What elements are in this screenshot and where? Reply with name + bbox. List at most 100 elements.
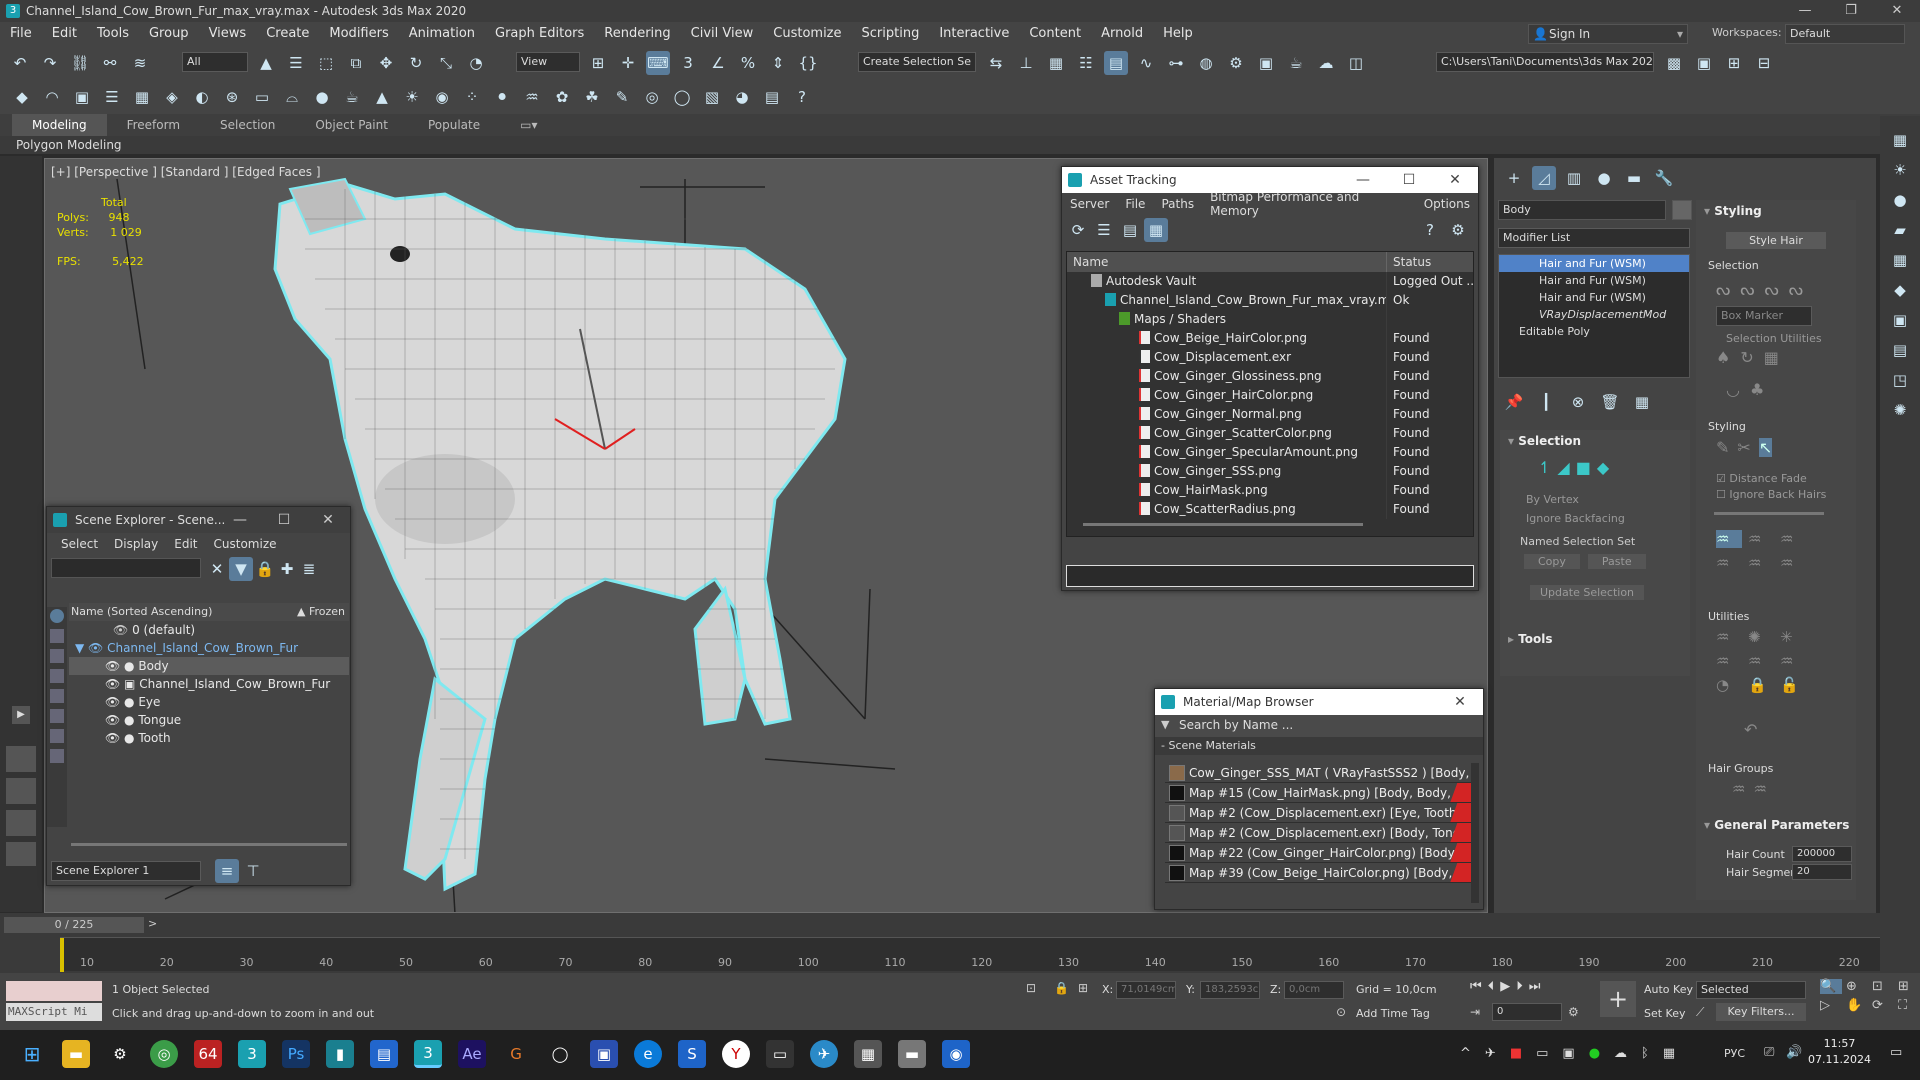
curve-editor-icon[interactable]: ∿ [1134, 51, 1158, 75]
sun-icon[interactable]: ☀ [400, 85, 424, 109]
reference-coordinate-dropdown[interactable]: View [516, 52, 580, 72]
scene-menu-edit[interactable]: Edit [166, 537, 205, 551]
mirror-icon[interactable]: ⇆ [984, 51, 1008, 75]
checker-icon[interactable]: ▦ [1888, 128, 1912, 152]
invert-selection-icon[interactable]: ♠ [1716, 348, 1730, 367]
maxscript-mini-listener[interactable]: MAXScript Mi [6, 1003, 102, 1021]
search-app-icon[interactable]: ◯ [546, 1040, 574, 1068]
input-language[interactable]: РУС [1724, 1047, 1745, 1060]
render-icon[interactable]: ◕ [730, 85, 754, 109]
table-row[interactable]: Cow_HairMask.png Found [1067, 481, 1473, 500]
display-spacewarps-icon[interactable] [50, 729, 64, 743]
zoom-extents-icon[interactable]: ⊡ [1872, 979, 1894, 994]
ignore-backfacing-checkbox[interactable]: Ignore Backfacing [1500, 506, 1690, 525]
add-time-tag[interactable]: Add Time Tag [1356, 1007, 1430, 1020]
hair-brush-icon[interactable]: ✎ [1716, 438, 1729, 457]
auto-key-button[interactable]: Auto Key [1644, 983, 1693, 996]
cone-icon[interactable]: ▲ [370, 85, 394, 109]
expand-arrow-icon[interactable]: ▶ [12, 706, 30, 724]
dynamics-icon[interactable]: ⚫ [490, 85, 514, 109]
list-item[interactable]: Map #15 (Cow_HairMask.png) [Body, Body, … [1165, 783, 1471, 803]
list-item[interactable]: 👁 ▣ Channel_Island_Cow_Brown_Fur [69, 675, 349, 693]
toggle-collisions-icon[interactable]: ♒ [1780, 652, 1806, 670]
project-path-dropdown[interactable]: C:\Users\Tani\Documents\3ds Max 2020 [1436, 52, 1654, 72]
menu-modifiers[interactable]: Modifiers [319, 22, 398, 46]
close-icon[interactable]: ✕ [1874, 0, 1920, 22]
menu-interactive[interactable]: Interactive [929, 22, 1019, 46]
pop-zero-icon[interactable]: ✳ [1780, 628, 1806, 646]
list-item[interactable]: 👁 0 (default) [69, 621, 349, 639]
globe-icon[interactable]: ◯ [670, 85, 694, 109]
named-selection-set-dropdown[interactable]: Create Selection Se [858, 52, 976, 72]
show-end-result-icon[interactable]: ┃ [1534, 390, 1558, 414]
key-tangent-icon[interactable]: ⟋ [1696, 1005, 1704, 1020]
isolate-selection-icon[interactable]: ⊡ [1026, 981, 1036, 995]
styling-rollout-title[interactable]: ▾ Styling [1696, 200, 1856, 222]
grid-icon[interactable]: ▦ [1888, 248, 1912, 272]
restore-icon[interactable]: ❐ [1828, 0, 1874, 22]
scene-explorer-selector[interactable]: Scene Explorer 1 [51, 861, 201, 881]
total-commander-icon[interactable]: 64 [194, 1040, 222, 1068]
table-row[interactable]: Channel_Island_Cow_Brown_Fur_max_vray.ma… [1067, 291, 1473, 310]
eye-icon[interactable]: 👁 ● [105, 659, 138, 673]
select-object-icon[interactable]: ▲ [254, 51, 278, 75]
column-frozen[interactable]: ▲ Frozen [297, 603, 345, 621]
selection-rollout-title[interactable]: ▾ Selection [1500, 430, 1690, 452]
select-tips-icon[interactable]: ᔓ [1740, 280, 1754, 299]
rotate-icon[interactable]: ↻ [404, 51, 428, 75]
key-selection-dropdown[interactable]: Selected [1696, 981, 1806, 999]
column-status[interactable]: Status [1387, 252, 1431, 272]
scale-hair-icon[interactable]: ♒ [1780, 554, 1806, 572]
move-icon[interactable]: ✥ [374, 51, 398, 75]
next-frame-icon[interactable]: ⏵ [1516, 979, 1523, 994]
scene-search-input[interactable] [51, 558, 201, 578]
layer-icon[interactable]: ◈ [160, 85, 184, 109]
a360-gallery-icon[interactable]: ◫ [1344, 51, 1368, 75]
camera-rig-icon[interactable]: ⊛ [220, 85, 244, 109]
by-vertex-checkbox[interactable]: By Vertex [1500, 477, 1690, 506]
current-frame-field[interactable]: 0 [1492, 1003, 1562, 1021]
3ds-max-icon[interactable]: 3 [238, 1040, 266, 1068]
yandex-icon[interactable]: Y [722, 1040, 750, 1068]
list-item[interactable]: Map #2 (Cow_Displacement.exr) [Eye, Toot… [1165, 803, 1471, 823]
edge-icon[interactable]: e [634, 1040, 662, 1068]
ignore-back-hairs-checkbox[interactable]: ☐ Ignore Back Hairs [1716, 488, 1826, 501]
table-view-icon[interactable]: ▦ [1144, 218, 1168, 242]
copy-button[interactable]: Copy [1524, 554, 1580, 569]
texture-icon[interactable]: ▤ [1888, 338, 1912, 362]
box-marker-dropdown[interactable]: Box Marker [1716, 306, 1812, 326]
chrome-icon[interactable]: ◎ [150, 1040, 178, 1068]
object-name-field[interactable]: Body [1498, 200, 1666, 220]
bind-space-warp-icon[interactable]: ≋ [128, 51, 152, 75]
asset-menu-file[interactable]: File [1117, 197, 1153, 211]
undo-icon[interactable]: ↶ [8, 51, 32, 75]
menu-tools[interactable]: Tools [87, 22, 139, 46]
element-level-icon[interactable]: ◆ [1597, 458, 1609, 477]
column-name[interactable]: Name [1067, 252, 1387, 272]
torrent-icon[interactable]: ● [1589, 1046, 1600, 1061]
settings-icon[interactable]: ⚙ [106, 1040, 134, 1068]
tab-object-paint[interactable]: Object Paint [295, 114, 408, 136]
hair-icon[interactable]: ♒ [520, 85, 544, 109]
key-filters-button[interactable]: Key Filters... [1716, 1003, 1806, 1021]
style-hair-button[interactable]: Style Hair [1726, 232, 1826, 249]
absolute-mode-icon[interactable]: ⊞ [1078, 981, 1088, 995]
list-item[interactable]: Map #22 (Cow_Ginger_HairColor.png) [Body… [1165, 843, 1471, 863]
distance-fade-checkbox[interactable]: ☑ Distance Fade [1716, 472, 1807, 485]
unlock-icon[interactable]: 🔓 [1780, 676, 1806, 694]
table-row[interactable]: Autodesk Vault Logged Out ... [1067, 272, 1473, 291]
grid-icon[interactable]: ▦ [130, 85, 154, 109]
record-icon[interactable]: ■ [1510, 1046, 1522, 1061]
asset-menu-bitmap[interactable]: Bitmap Performance and Memory [1202, 190, 1416, 218]
chip-icon[interactable]: ▦ [1663, 1046, 1675, 1061]
plane-icon[interactable]: ▭ [250, 85, 274, 109]
tab-selection[interactable]: Selection [200, 114, 295, 136]
configure-sets-icon[interactable]: ▦ [1630, 390, 1654, 414]
fur-icon[interactable]: ✿ [550, 85, 574, 109]
rotate-selection-icon[interactable]: ↻ [1740, 348, 1753, 367]
material-search-input[interactable]: Search by Name ... [1179, 718, 1293, 732]
window-crossing-icon[interactable]: ⧉ [344, 51, 368, 75]
layer-explorer-icon[interactable]: ▦ [1044, 51, 1068, 75]
table-row[interactable]: Cow_Ginger_SpecularAmount.png Found [1067, 443, 1473, 462]
refresh-icon[interactable]: ⟳ [1066, 218, 1090, 242]
